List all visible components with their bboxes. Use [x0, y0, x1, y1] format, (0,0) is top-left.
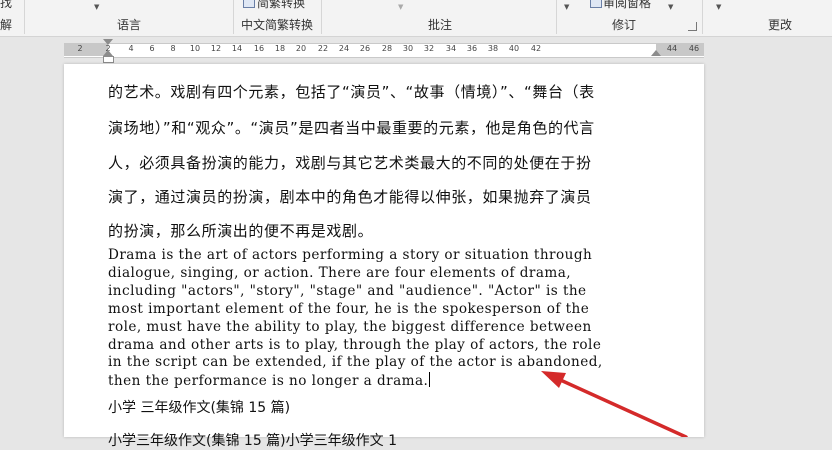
dialog-launcher-icon[interactable]: [688, 22, 697, 31]
text-cursor: [429, 372, 431, 388]
ribbon-separator: [556, 0, 557, 34]
chevron-down-icon[interactable]: ▼: [564, 3, 569, 11]
left-indent-marker[interactable]: [103, 56, 114, 63]
ruler-tick-label: 46: [688, 44, 700, 53]
explain-button[interactable]: 解: [0, 18, 12, 32]
cn-paragraph-line: 人，必须具备扮演的能力，戏剧与其它艺术类最大的不同的处便在于扮: [108, 154, 592, 172]
review-pane-icon: [590, 0, 602, 8]
ruler-tick-label: 12: [210, 44, 222, 53]
ruler-tick-label: 38: [487, 44, 499, 53]
chevron-down-icon[interactable]: ▼: [668, 3, 673, 11]
group-label-language: 语言: [117, 18, 142, 32]
group-label-cn-convert: 中文简繁转换: [241, 18, 314, 32]
chevron-down-icon[interactable]: ▼: [716, 3, 721, 11]
ruler-tick-label: 44: [666, 44, 678, 53]
right-indent-marker[interactable]: [651, 50, 661, 56]
ruler-tick-label: 6: [149, 44, 155, 53]
cn-paragraph-line: 的艺术。戏剧有四个元素，包括了“演员”、“故事（情境）”、“舞台（表: [108, 83, 595, 101]
review-pane-button[interactable]: 审阅窗格: [603, 0, 651, 10]
ruler-tick-label: 20: [295, 44, 307, 53]
chevron-down-icon[interactable]: ▼: [398, 3, 403, 11]
simp-trad-icon: [243, 0, 255, 8]
ruler-tick-label: 42: [530, 44, 542, 53]
en-paragraph-line: Drama is the art of actors performing a …: [108, 247, 593, 263]
ribbon-separator: [24, 0, 25, 34]
partial-line: 小学三年级作文(集锦 15 篇)小学三年级作文 1: [108, 433, 397, 449]
group-label-comments: 批注: [428, 18, 453, 32]
ribbon-separator: [233, 0, 234, 34]
en-paragraph-line: dialogue, singing, or action. There are …: [108, 264, 572, 281]
group-label-changes: 更改: [768, 18, 793, 32]
cn-paragraph-line: 演场地）”和“观众”。“演员”是四者当中最重要的元素，他是角色的代言: [108, 119, 595, 137]
en-paragraph: Drama is the art of actors performing a …: [108, 247, 668, 391]
ruler-tick-label: 30: [402, 44, 414, 53]
find-button[interactable]: 找: [0, 0, 12, 10]
ribbon-separator: [702, 0, 703, 34]
ruler-tick-label: 16: [253, 44, 265, 53]
first-line-indent-marker[interactable]: [103, 39, 113, 45]
ruler-tick-label: 40: [508, 44, 520, 53]
en-paragraph-line: including "actors", "story", "stage" and…: [108, 282, 587, 299]
ruler-tick-label: 14: [231, 44, 243, 53]
ribbon-separator: [321, 0, 322, 34]
ruler-tick-label: 28: [381, 44, 393, 53]
en-paragraph-line: in the script can be extended, if the pl…: [108, 354, 603, 371]
en-paragraph-line: drama and other arts is to play, through…: [108, 336, 602, 353]
ruler-tick-label: 22: [317, 44, 329, 53]
en-paragraph-line: most important element of the four, he i…: [108, 300, 590, 317]
cn-paragraph-line: 演了，通过演员的扮演，剧本中的角色才能得以伸张，如果抛弃了演员: [108, 188, 592, 206]
en-paragraph-line: role, must have the ability to play, the…: [108, 318, 592, 335]
cn-paragraph-line: 的扮演，那么所演出的便不再是戏剧。: [108, 222, 374, 240]
chevron-down-icon[interactable]: ▼: [94, 3, 99, 11]
en-last-line-text: then the performance is no longer a dram…: [108, 373, 429, 390]
group-label-tracking: 修订: [612, 18, 637, 32]
ruler-tick-label: 18: [274, 44, 286, 53]
ruler-tick-label: 26: [359, 44, 371, 53]
section-heading: 小学 三年级作文(集锦 15 篇): [108, 400, 291, 416]
ruler-tick-label: 10: [189, 44, 201, 53]
en-paragraph-last-line: then the performance is no longer a dram…: [108, 372, 668, 391]
simp-trad-convert-button[interactable]: 简繁转换: [257, 0, 305, 10]
ruler-tick-label: 24: [338, 44, 350, 53]
ruler-tick-label: 32: [423, 44, 435, 53]
ruler-tick-label: 36: [466, 44, 478, 53]
ruler-tick-label: 8: [170, 44, 176, 53]
ruler-tick-label: 2: [77, 44, 83, 53]
ribbon: 找 解 ▼ 语言 简繁转换 中文简繁转换 ▼ 批注 ▼ 审阅窗格 ▼ 修订 ▼ …: [0, 0, 832, 37]
ruler-left-margin: [64, 43, 108, 56]
ruler-tick-label: 4: [128, 44, 134, 53]
horizontal-ruler[interactable]: 2 2 4 6 8 10 12 14 16 18 20 22 24 26 28 30 32 34 36 38 40 42 4…: [0, 37, 832, 63]
document-page[interactable]: 的艺术。戏剧有四个元素，包括了“演员”、“故事（情境）”、“舞台（表 演场地）”…: [64, 64, 704, 449]
ruler-tick-label: 34: [445, 44, 457, 53]
